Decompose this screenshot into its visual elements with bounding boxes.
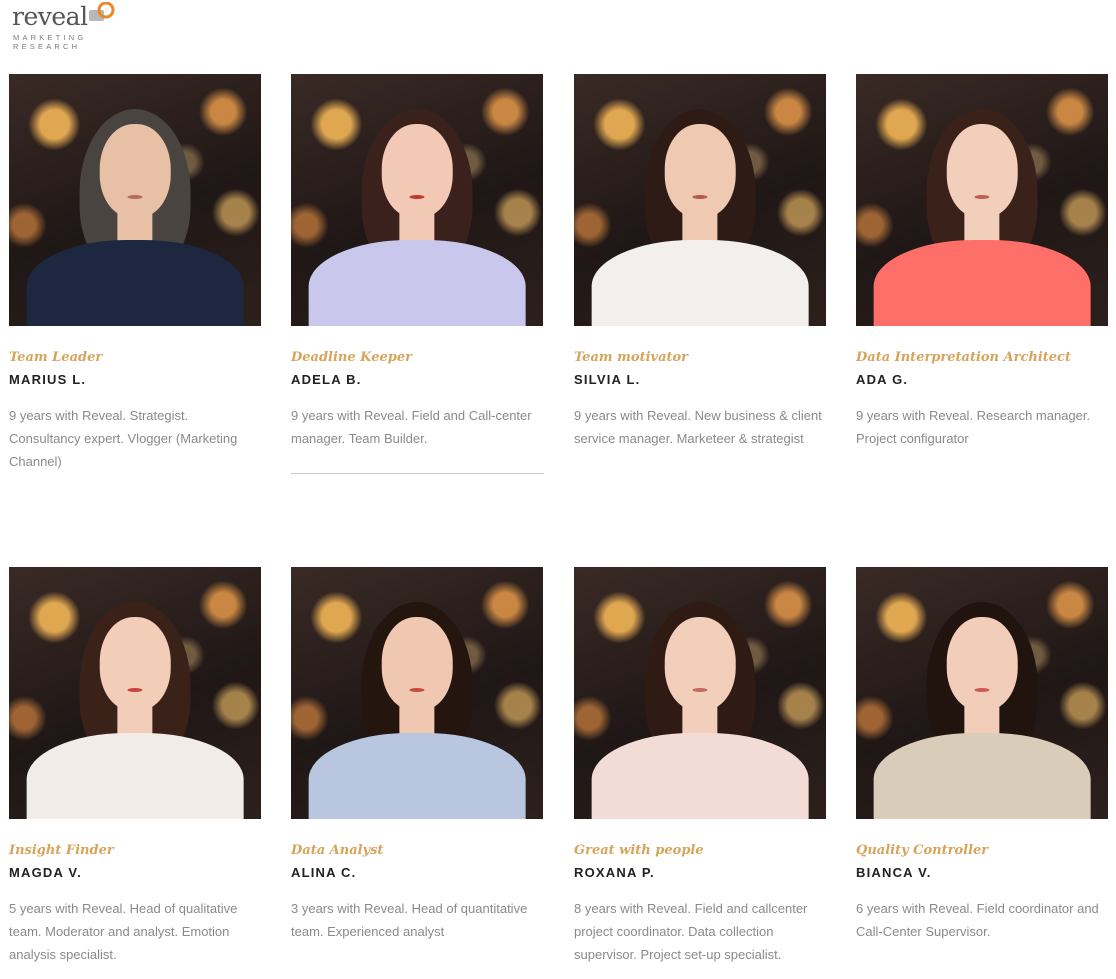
card-divider [291, 473, 544, 474]
logo-tagline-line2: RESEARCH [13, 42, 81, 51]
team-member-description: 9 years with Reveal. New business & clie… [574, 408, 822, 446]
team-member-name: ROXANA P. [574, 865, 655, 880]
team-member-name: SILVIA L. [574, 372, 641, 387]
team-member-name: ADA G. [856, 372, 909, 387]
team-member-photo [856, 74, 1108, 326]
team-member-card[interactable]: Data Interpretation Architect ADA G. 9 y… [856, 74, 1108, 450]
team-member-role: Data Analyst [291, 843, 384, 858]
team-member-card[interactable]: Insight Finder MAGDA V. 5 years with Rev… [9, 567, 261, 966]
team-member-name: MAGDA V. [9, 865, 82, 880]
team-member-role: Data Interpretation Architect [856, 350, 1071, 365]
reveal-logo[interactable]: reveal MARKETING RESEARCH [10, 2, 120, 52]
team-member-photo [291, 567, 543, 819]
team-member-role: Great with people [574, 843, 704, 858]
team-member-name: ADELA B. [291, 372, 362, 387]
team-member-role: Insight Finder [9, 843, 114, 858]
team-member-description: 5 years with Reveal. Head of qualitative… [9, 901, 238, 962]
team-member-role: Quality Controller [856, 843, 989, 858]
logo-tagline-line1: MARKETING [13, 33, 87, 42]
team-member-photo [856, 567, 1108, 819]
team-member-card[interactable]: Quality Controller BIANCA V. 6 years wit… [856, 567, 1108, 943]
team-member-photo [574, 74, 826, 326]
team-member-role: Team motivator [574, 350, 689, 365]
team-member-role: Deadline Keeper [291, 350, 412, 365]
team-member-card[interactable]: Data Analyst ALINA C. 3 years with Revea… [291, 567, 543, 943]
team-member-photo [9, 74, 261, 326]
team-member-description: 9 years with Reveal. Field and Call-cent… [291, 408, 532, 446]
team-member-photo [9, 567, 261, 819]
logo-wordmark: reveal [12, 2, 88, 31]
team-member-card[interactable]: Team motivator SILVIA L. 9 years with Re… [574, 74, 826, 450]
team-member-photo [291, 74, 543, 326]
team-member-description: 3 years with Reveal. Head of quantitativ… [291, 901, 528, 939]
team-member-role: Team Leader [9, 350, 103, 365]
team-member-name: ALINA C. [291, 865, 357, 880]
team-member-description: 8 years with Reveal. Field and callcente… [574, 901, 808, 962]
team-member-description: 9 years with Reveal. Research manager. P… [856, 408, 1091, 446]
team-member-name: BIANCA V. [856, 865, 932, 880]
team-member-description: 9 years with Reveal. Strategist. Consult… [9, 408, 238, 469]
team-member-card[interactable]: Deadline Keeper ADELA B. 9 years with Re… [291, 74, 543, 450]
team-member-photo [574, 567, 826, 819]
team-member-card[interactable]: Great with people ROXANA P. 8 years with… [574, 567, 826, 966]
logo-mark-icon [89, 2, 115, 21]
team-member-name: MARIUS L. [9, 372, 87, 387]
team-member-card[interactable]: Team Leader MARIUS L. 9 years with Revea… [9, 74, 261, 473]
team-member-description: 6 years with Reveal. Field coordinator a… [856, 901, 1099, 939]
